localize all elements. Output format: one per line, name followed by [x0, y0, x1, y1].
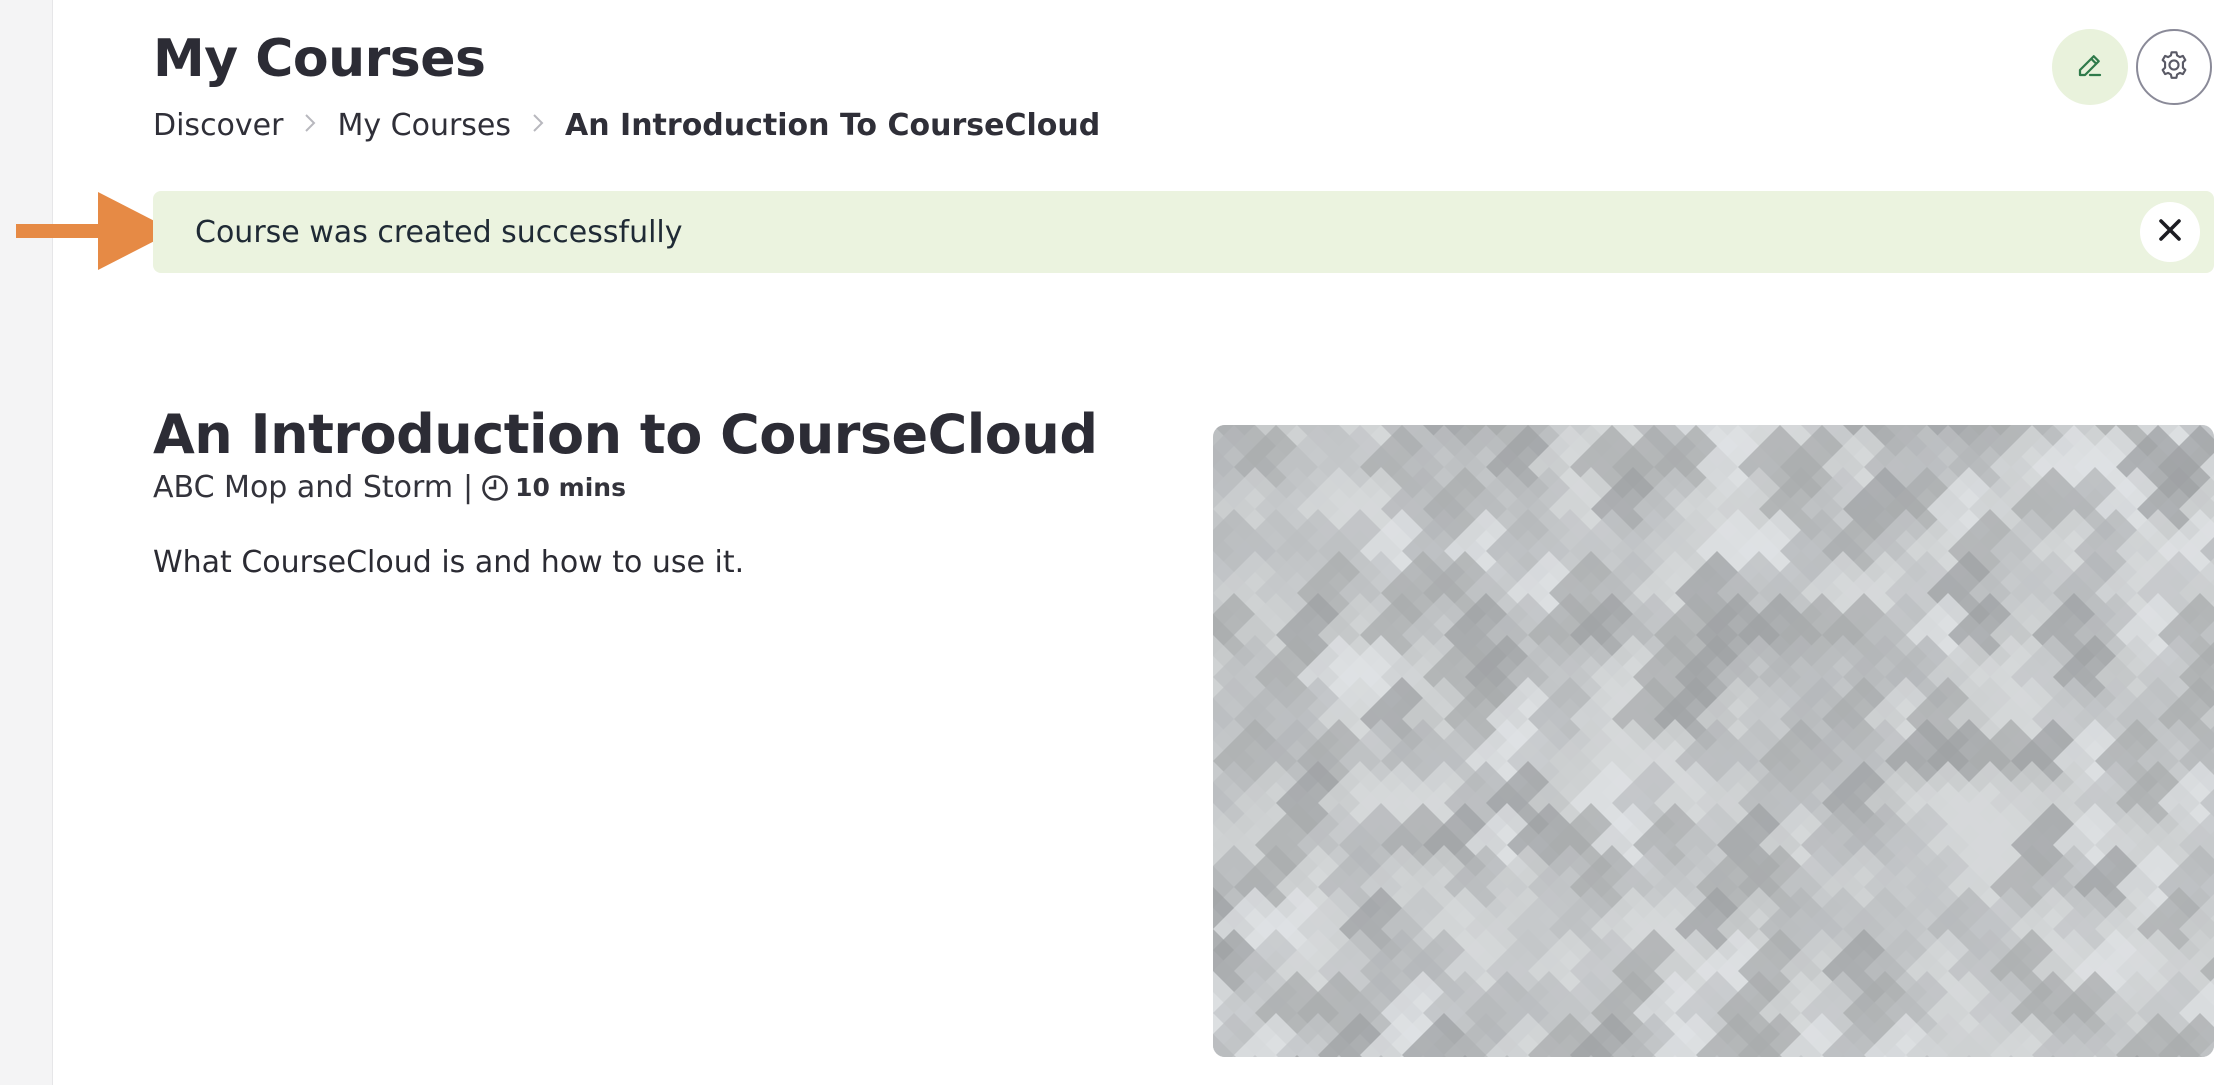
- header-actions: [2052, 29, 2212, 105]
- left-sidebar-strip: [0, 0, 53, 1085]
- settings-button[interactable]: [2136, 29, 2212, 105]
- pencil-icon: [2075, 50, 2105, 84]
- breadcrumb-discover[interactable]: Discover: [153, 108, 283, 143]
- course-duration: 10 mins: [515, 473, 626, 502]
- breadcrumb: Discover My Courses An Introduction To C…: [153, 103, 1100, 147]
- gear-icon: [2157, 48, 2191, 86]
- edit-button[interactable]: [2052, 29, 2128, 105]
- chevron-right-icon: [283, 111, 337, 139]
- page-title: My Courses: [153, 29, 486, 89]
- breadcrumb-my-courses[interactable]: My Courses: [337, 108, 511, 143]
- course-description: What CourseCloud is and how to use it.: [153, 545, 745, 580]
- course-meta: ABC Mop and Storm | 10 mins: [153, 470, 626, 505]
- alert-close-button[interactable]: [2140, 202, 2200, 262]
- chevron-right-icon: [511, 111, 565, 139]
- success-alert: Course was created successfully: [153, 191, 2214, 273]
- breadcrumb-current: An Introduction To CourseCloud: [565, 107, 1101, 143]
- course-author: ABC Mop and Storm: [153, 470, 454, 505]
- annotation-arrow: [16, 192, 174, 270]
- close-icon: [2157, 217, 2183, 247]
- geometric-pattern-image: [1213, 425, 2214, 1057]
- alert-message: Course was created successfully: [195, 214, 683, 250]
- meta-separator: |: [463, 470, 474, 505]
- clock-icon: [481, 474, 509, 502]
- course-title: An Introduction to CourseCloud: [153, 403, 1098, 466]
- course-cover-image: [1213, 425, 2214, 1057]
